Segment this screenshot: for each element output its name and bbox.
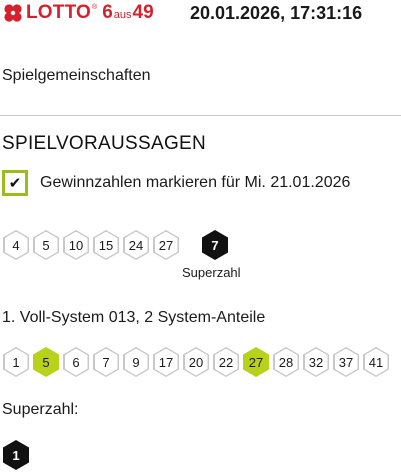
clover-icon [4,4,22,22]
lotto-6aus49-logo[interactable]: LOTTO ® 6 aus 49 [2,2,154,24]
highlight-checkbox[interactable]: ✔ [2,170,28,196]
prediction-numbers: 4 5 10 15 24 27 [3,230,183,260]
prediction-number: 27 [153,230,179,260]
system-number: 17 [153,347,179,377]
prediction-number: 24 [123,230,149,260]
system-number: 32 [303,347,329,377]
logo-six: 6 [102,2,113,23]
system-number: 5 [33,347,59,377]
prediction-number: 15 [93,230,119,260]
prediction-number: 10 [63,230,89,260]
system-number: 6 [63,347,89,377]
section-divider [0,115,401,116]
logo-registered-mark: ® [92,4,98,11]
system-number: 7 [93,347,119,377]
system-numbers: 1 5 6 7 9 17 20 22 27 28 32 37 41 [3,347,393,377]
system-number: 27 [243,347,269,377]
checkmark-icon: ✔ [8,174,22,192]
ticket-superzahl-title: Superzahl: [2,401,79,418]
prediction-superzahl: 7 [202,230,228,260]
system-number: 28 [273,347,299,377]
system-number: 41 [363,347,389,377]
ticket-superzahl: 1 [3,440,29,470]
prediction-superzahl-label: Superzahl [182,265,241,280]
system-number: 20 [183,347,209,377]
highlight-checkbox-label: Gewinnzahlen markieren für Mi. 21.01.202… [40,174,351,191]
prediction-number: 4 [3,230,29,260]
system-number: 22 [213,347,239,377]
system-number: 1 [3,347,29,377]
section-title: SPIELVORAUSSAGEN [2,133,207,154]
prediction-number: 5 [33,230,59,260]
spielgemeinschaften-link[interactable]: Spielgemeinschaften [2,67,151,85]
highlight-winning-numbers-row[interactable]: ✔ Gewinnzahlen markieren für Mi. 21.01.2… [2,170,350,196]
logo-fortynine: 49 [132,2,154,23]
system-number: 9 [123,347,149,377]
logo-aus: aus [113,9,132,21]
system-ticket-title: 1. Voll-System 013, 2 System-Anteile [2,309,266,326]
app-header: LOTTO ® 6 aus 49 20.01.2026, 17:31:16 [0,0,401,26]
system-number: 37 [333,347,359,377]
logo-lotto-text: LOTTO [26,2,92,23]
current-datetime: 20.01.2026, 17:31:16 [190,3,363,23]
